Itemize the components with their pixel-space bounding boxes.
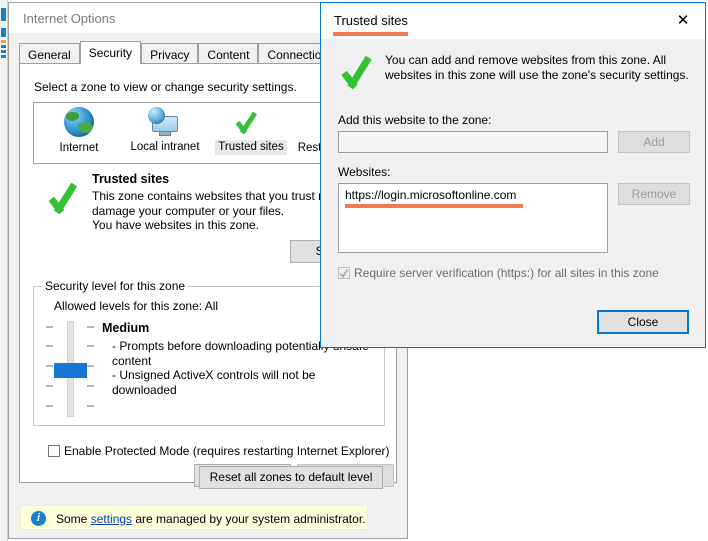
background-window-accent-6 xyxy=(1,55,6,58)
trusted-sites-body: You can add and remove websites from thi… xyxy=(321,39,705,347)
background-window-accent-5 xyxy=(1,50,6,53)
background-window-sliver xyxy=(0,0,8,541)
slider-tick xyxy=(46,365,53,367)
trusted-sites-titlebar: Trusted sites ✕ xyxy=(321,3,705,39)
security-level-bullet: - Unsigned ActiveX controls will not be … xyxy=(112,368,316,397)
allowed-levels-text: Allowed levels for this zone: All xyxy=(54,299,219,313)
add-website-label: Add this website to the zone: xyxy=(338,113,492,127)
tab-label: General xyxy=(28,48,71,62)
website-url: https://login.microsoftonline.com xyxy=(345,188,517,202)
security-level-legend: Security level for this zone xyxy=(42,279,189,293)
slider-tick xyxy=(87,405,94,407)
slider-tick xyxy=(87,345,94,347)
security-level-name: Medium xyxy=(102,321,150,335)
require-server-verification-row: Require server verification (https:) for… xyxy=(338,266,659,280)
dialog-intro-text: You can add and remove websites from thi… xyxy=(385,53,689,82)
background-window-accent-3 xyxy=(1,40,6,43)
tab-label: Content xyxy=(207,48,250,62)
require-server-verification-label: Require server verification (https:) for… xyxy=(354,266,659,280)
trusted-sites-dialog: Trusted sites ✕ You can add and remove w… xyxy=(320,2,706,348)
background-window-accent-2 xyxy=(1,28,6,37)
zone-trusted-sites[interactable]: Trusted sites xyxy=(208,106,294,155)
slider-tick xyxy=(87,365,94,367)
selected-zone-title: Trusted sites xyxy=(92,172,170,186)
green-check-icon xyxy=(208,106,294,138)
website-highlight-annotation xyxy=(345,204,523,208)
websites-label: Websites: xyxy=(338,165,391,179)
protected-mode-row[interactable]: Enable Protected Mode (requires restarti… xyxy=(48,444,390,458)
admin-info-bar: i Some settings are managed by your syst… xyxy=(20,505,368,530)
globe-icon xyxy=(36,107,122,139)
add-button: Add xyxy=(618,131,690,153)
selected-zone-desc: This zone contains websites that you tru… xyxy=(92,189,349,218)
zone-prompt: Select a zone to view or change security… xyxy=(34,80,297,94)
info-suffix: are managed by your system administrator… xyxy=(132,512,366,526)
zone-label: Local intranet xyxy=(130,141,200,153)
settings-link[interactable]: settings xyxy=(91,512,132,526)
green-check-icon xyxy=(343,53,383,91)
selected-zone-text: This zone contains websites that you tru… xyxy=(92,189,352,233)
slider-tick xyxy=(46,345,53,347)
background-window-accent-4 xyxy=(1,45,6,48)
remove-button: Remove xyxy=(618,183,690,205)
info-icon: i xyxy=(31,511,46,526)
zone-label: Trusted sites xyxy=(215,140,287,155)
zone-local-intranet[interactable]: Local intranet xyxy=(122,106,208,155)
tab-label: Privacy xyxy=(150,48,190,62)
slider-tick xyxy=(46,405,53,407)
background-window-accent-1 xyxy=(1,8,6,21)
slider-tick xyxy=(87,385,94,387)
close-button[interactable]: Close xyxy=(597,310,689,334)
tab-privacy[interactable]: Privacy xyxy=(141,43,199,64)
zone-label: Internet xyxy=(59,142,99,154)
add-website-input[interactable] xyxy=(338,131,608,153)
protected-mode-checkbox[interactable] xyxy=(48,445,60,457)
slider-tick xyxy=(87,326,94,328)
require-server-verification-checkbox xyxy=(338,267,350,279)
window-title: Internet Options xyxy=(23,11,116,26)
slider-tick xyxy=(46,385,53,387)
green-check-icon xyxy=(50,180,90,216)
selected-zone-status: You have websites in this zone. xyxy=(92,218,259,232)
dialog-title: Trusted sites xyxy=(334,13,408,28)
tab-security[interactable]: Security xyxy=(79,41,142,64)
admin-info-text: Some settings are managed by your system… xyxy=(56,512,365,526)
slider-thumb[interactable] xyxy=(54,363,87,378)
tab-label: Security xyxy=(88,46,133,60)
tab-general[interactable]: General xyxy=(19,43,80,64)
zone-internet[interactable]: Internet xyxy=(36,106,122,156)
intranet-monitor-icon xyxy=(122,106,208,138)
slider-tick xyxy=(46,326,53,328)
security-level-slider[interactable] xyxy=(46,321,94,417)
reset-all-zones-button[interactable]: Reset all zones to default level xyxy=(199,466,383,489)
protected-mode-label: Enable Protected Mode (requires restarti… xyxy=(64,444,390,458)
tab-content[interactable]: Content xyxy=(198,43,259,64)
info-prefix: Some xyxy=(56,512,91,526)
screen: Internet Options General Security Privac… xyxy=(0,0,708,541)
close-x-icon[interactable]: ✕ xyxy=(661,3,705,38)
title-highlight-annotation xyxy=(333,32,408,36)
list-item[interactable]: https://login.microsoftonline.com xyxy=(339,184,607,208)
websites-list[interactable]: https://login.microsoftonline.com xyxy=(338,183,608,253)
